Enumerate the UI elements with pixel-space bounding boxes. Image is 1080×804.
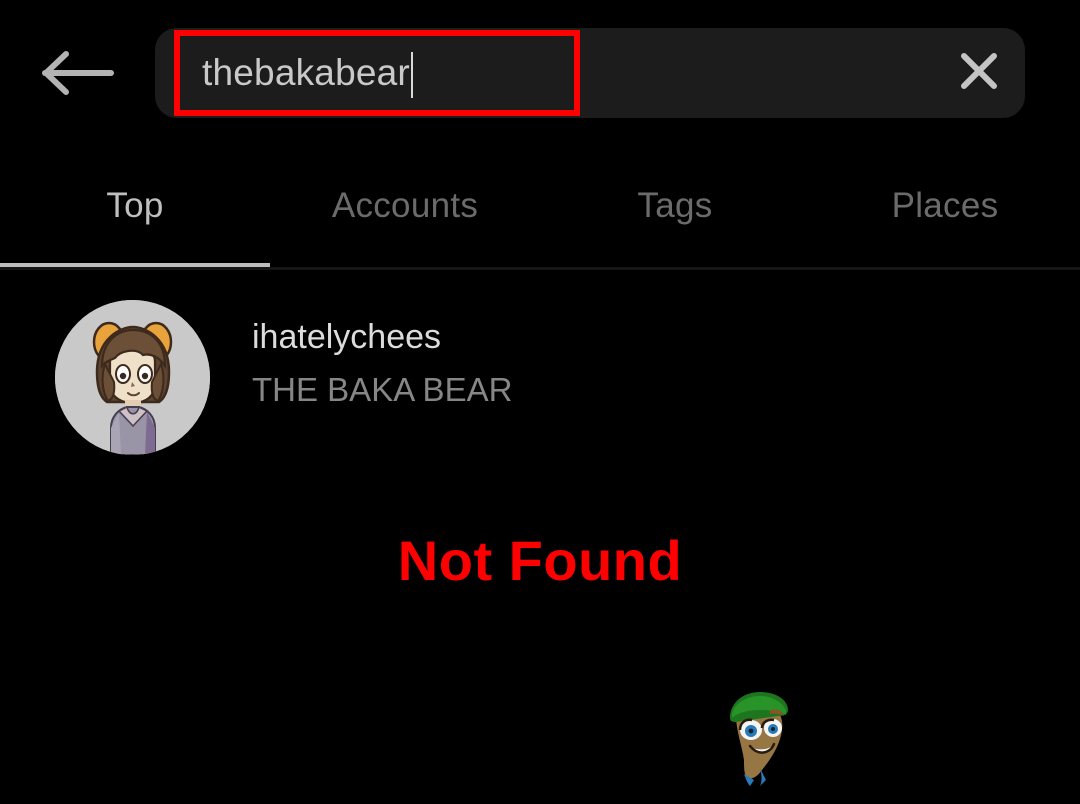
search-input[interactable]: thebakabear <box>174 30 580 116</box>
tab-label: Accounts <box>331 186 479 225</box>
result-fullname: THE BAKA BEAR <box>252 371 513 408</box>
tabs-divider <box>0 267 1080 270</box>
cartoon-face-watermark-icon <box>718 688 798 793</box>
tab-tags[interactable]: Tags <box>540 170 810 266</box>
text-caret <box>410 52 413 98</box>
search-bar[interactable]: thebakabear <box>155 28 1025 118</box>
result-texts: ihatelychees THE BAKA BEAR <box>252 315 512 412</box>
avatar[interactable] <box>55 300 210 455</box>
watermark <box>718 688 798 793</box>
result-username: ihatelychees <box>252 318 442 356</box>
search-header: thebakabear <box>0 0 1080 148</box>
search-result-row[interactable]: ihatelychees THE BAKA BEAR <box>0 293 1080 455</box>
not-found-label: Not Found <box>397 529 683 592</box>
tab-label: Tags <box>637 186 713 225</box>
search-tabs: Top Accounts Tags Places <box>0 170 1080 268</box>
tab-label: Top <box>106 186 164 225</box>
tab-accounts[interactable]: Accounts <box>270 170 540 266</box>
user-avatar-icon <box>55 300 210 455</box>
tab-places[interactable]: Places <box>810 170 1080 266</box>
tab-top[interactable]: Top <box>0 170 270 266</box>
back-button[interactable] <box>40 43 116 103</box>
tab-label: Places <box>891 186 999 225</box>
search-input-value: thebakabear <box>202 52 410 93</box>
close-icon <box>958 50 1000 97</box>
clear-search-button[interactable] <box>957 51 1001 95</box>
back-arrow-icon <box>42 50 114 96</box>
